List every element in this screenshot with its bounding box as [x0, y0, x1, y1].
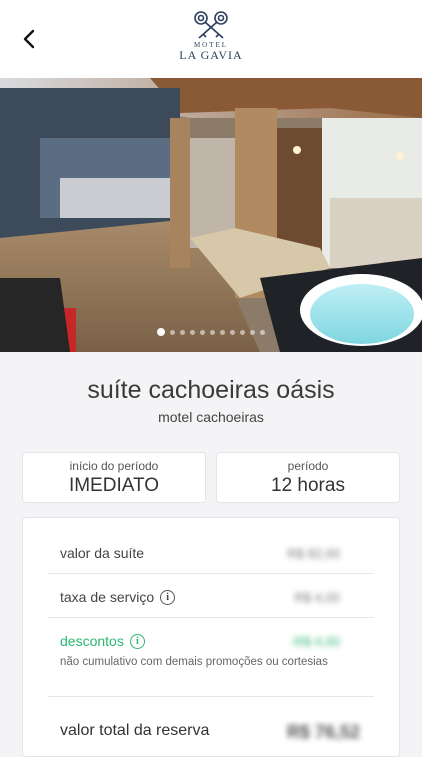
- period-start-value: IMEDIATO: [68, 475, 160, 496]
- gallery-dot[interactable]: [190, 329, 195, 335]
- suite-value-row: valor da suíte R$ 82,00: [26, 545, 352, 563]
- gallery-dot[interactable]: [230, 329, 235, 335]
- app-header: MOTEL LA GAVIA: [0, 0, 422, 78]
- period-length-label: período: [287, 459, 329, 473]
- gallery-dot[interactable]: [240, 329, 245, 335]
- period-start-card[interactable]: início do período IMEDIATO: [22, 452, 206, 503]
- gallery-dot[interactable]: [200, 329, 205, 335]
- period-length-card[interactable]: período 12 horas: [216, 452, 400, 503]
- total-label: valor total da reserva: [60, 722, 210, 739]
- suite-value-amount: R$ 82,00: [287, 546, 340, 561]
- logo-name-text: LA GAVIA: [179, 48, 243, 62]
- gallery-dot[interactable]: [170, 329, 175, 335]
- total-amount: R$ 76,52: [286, 722, 360, 742]
- suite-photo[interactable]: [0, 78, 422, 352]
- gallery-dot[interactable]: [220, 329, 225, 335]
- back-button[interactable]: [14, 24, 44, 54]
- suite-photo-illustration: [0, 78, 422, 352]
- gallery-dot[interactable]: [250, 329, 255, 335]
- total-row: valor total da reserva R$ 76,52: [60, 722, 360, 742]
- service-fee-row: taxa de serviço i R$ 4,00: [26, 589, 352, 607]
- gallery-dot[interactable]: [180, 329, 185, 335]
- discounts-row: descontos i -R$ 4,00: [26, 633, 352, 651]
- crossed-keys-icon: [194, 11, 228, 39]
- period-start-label: início do período: [69, 459, 159, 473]
- service-fee-amount: R$ 4,00: [294, 590, 340, 605]
- divider: [48, 573, 374, 574]
- divider: [48, 617, 374, 618]
- suite-name: suíte cachoeiras oásis: [87, 376, 335, 404]
- period-length-value: 12 horas: [271, 475, 345, 496]
- divider: [48, 696, 374, 697]
- suite-value-label: valor da suíte: [60, 545, 145, 561]
- motel-name: motel cachoeiras: [158, 409, 264, 425]
- service-fee-info-icon[interactable]: i: [160, 589, 176, 605]
- service-fee-label: taxa de serviço: [60, 589, 155, 605]
- discounts-note: não cumulativo com demais promoções ou c…: [60, 656, 328, 668]
- gallery-dot[interactable]: [157, 328, 165, 336]
- gallery-pagination: [0, 327, 422, 337]
- chevron-left-icon: [23, 29, 35, 49]
- gallery-dot[interactable]: [260, 329, 265, 335]
- discounts-info-icon[interactable]: i: [129, 633, 145, 649]
- motel-logo: MOTEL LA GAVIA: [171, 10, 251, 68]
- discounts-label: descontos: [60, 633, 124, 649]
- discounts-amount: -R$ 4,00: [290, 634, 340, 649]
- gallery-dot[interactable]: [210, 329, 215, 335]
